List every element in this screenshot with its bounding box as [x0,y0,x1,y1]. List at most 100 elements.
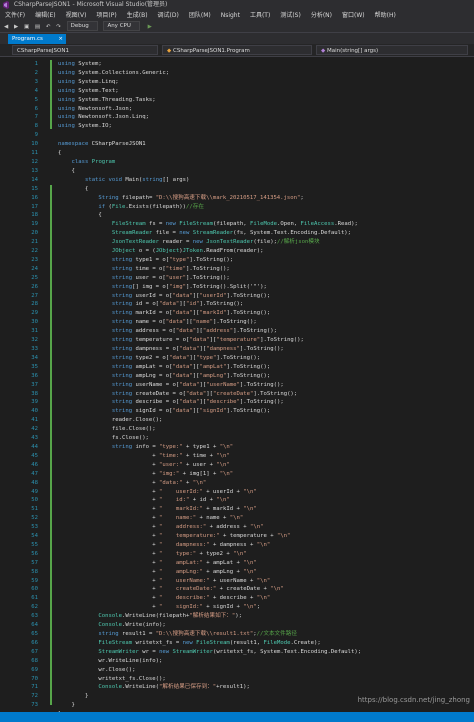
code-line[interactable]: 24 string time = o["time"].ToString(); [0,265,474,274]
code-line[interactable]: 28 string id = o["data"]["id"].ToString(… [0,300,474,309]
menu-item[interactable]: 编辑(E) [30,10,60,21]
code-line[interactable]: 27 string userId = o["data"]["userId"].T… [0,292,474,301]
code-line[interactable]: 22 JObject o = (JObject)JToken.ReadFrom(… [0,247,474,256]
forward-icon[interactable]: ▶ [14,22,18,33]
code-line[interactable]: 68 wr.WriteLine(info); [0,657,474,666]
code-line[interactable]: 64 Console.Write(info); [0,621,474,630]
code-line[interactable]: 49 + " userId:" + userId + "\n" [0,488,474,497]
code-line[interactable]: 21 JsonTextReader reader = new JsonTextR… [0,238,474,247]
code-line[interactable]: 35 string ampLat = o["data"]["ampLat"].T… [0,363,474,372]
code-line[interactable]: 9 [0,131,474,140]
code-line[interactable]: 6 using Newtonsoft.Json; [0,105,474,114]
code-line[interactable]: 13 { [0,167,474,176]
code-line[interactable]: 50 + " id:" + id + "\n" [0,496,474,505]
project-dropdown[interactable]: CSharpParseJSON1 [12,45,158,55]
code-editor[interactable]: 1 using System; 2 using System.Collections.… [0,57,474,712]
code-line[interactable]: 1 using System; [0,60,474,69]
menu-item[interactable]: 测试(S) [275,10,306,21]
code-line[interactable]: 32 string temperature = o["data"]["tempe… [0,336,474,345]
code-line[interactable]: 25 string user = o["user"].ToString(); [0,274,474,283]
code-line[interactable]: 16 String filepath= "D:\\搜狗高速下载\\mark_20… [0,194,474,203]
code-line[interactable]: 37 string userName = o["data"]["userName… [0,381,474,390]
code-line[interactable]: 36 string ampLng = o["data"]["ampLng"].T… [0,372,474,381]
code-line[interactable]: 70 writetxt_fs.Close(); [0,675,474,684]
menu-item[interactable]: Nsight [216,10,245,21]
code-line[interactable]: 14 static void Main(string[] args) [0,176,474,185]
code-line[interactable]: 53 + " address:" + address + "\n" [0,523,474,532]
code-line[interactable]: 63 Console.WriteLine(filepath+"解析结果如下：")… [0,612,474,621]
code-line[interactable]: 20 StreamReader file = new StreamReader(… [0,229,474,238]
code-line[interactable]: 55 + " dampness:" + dampness + "\n" [0,541,474,550]
redo-icon[interactable]: ↷ [56,22,61,33]
platform-dropdown[interactable]: Any CPU [103,21,140,31]
menu-item[interactable]: 工具(T) [245,10,275,21]
code-line[interactable]: 40 string signId = o["data"]["signId"].T… [0,407,474,416]
code-line[interactable]: 30 string name = o["data"]["name"].ToStr… [0,318,474,327]
menu-item[interactable]: 团队(M) [184,10,216,21]
code-line[interactable]: 7 using Newtonsoft.Json.Linq; [0,113,474,122]
code-line[interactable]: 51 + " markId:" + markId + "\n" [0,505,474,514]
menu-item[interactable]: 文件(F) [0,10,30,21]
code-line[interactable]: 44 string info = "type:" + type1 + "\n" [0,443,474,452]
code-line[interactable]: 57 + " ampLat:" + ampLat + "\n" [0,559,474,568]
menu-item[interactable]: 窗口(W) [337,10,370,21]
class-dropdown[interactable]: ◆ CSharpParseJSON1.Program [162,45,312,55]
code-line[interactable]: 66 FileStream writetxt_fs = new FileStre… [0,639,474,648]
code-line[interactable]: 10 namespace CSharpParseJSON1 [0,140,474,149]
tab-program-cs[interactable]: Program.cs × [8,34,66,44]
code-line[interactable]: 34 string type2 = o["data"]["type"].ToSt… [0,354,474,363]
code-line[interactable]: 11 { [0,149,474,158]
code-line[interactable]: 61 + " describe:" + describe + "\n" [0,594,474,603]
code-line[interactable]: 29 string markId = o["data"]["markId"].T… [0,309,474,318]
code-line[interactable]: 54 + " temperature:" + temperature + "\n… [0,532,474,541]
new-file-icon[interactable]: ▣ [24,22,29,33]
code-line[interactable]: 65 string result1 = "D:\\搜狗高速下载\\result1… [0,630,474,639]
menu-item[interactable]: 生成(B) [122,10,153,21]
code-line[interactable]: 46 + "user:" + user + "\n" [0,461,474,470]
code-line[interactable]: 4 using System.Text; [0,87,474,96]
code-line[interactable]: 67 StreamWriter wr = new StreamWriter(wr… [0,648,474,657]
code-line[interactable]: 48 + "data:" + "\n" [0,479,474,488]
undo-icon[interactable]: ↶ [46,22,51,33]
code-line[interactable]: 69 wr.Close(); [0,666,474,675]
code-line[interactable]: 56 + " type:" + type2 + "\n" [0,550,474,559]
save-icon[interactable]: ▤ [35,22,40,33]
code-line[interactable]: 8 using System.IO; [0,122,474,131]
code-line[interactable]: 47 + "img:" + img[1] + "\n" [0,470,474,479]
code-line[interactable]: 39 string describe = o["data"]["describe… [0,398,474,407]
code-line[interactable]: 17 if (File.Exists(filepath))//存在 [0,203,474,212]
code-line[interactable]: 71 Console.WriteLine("解析结果已保存到："+result1… [0,683,474,692]
menu-item[interactable]: 项目(P) [91,10,121,21]
code-line[interactable]: 26 string[] img = o["img"].ToString().Sp… [0,283,474,292]
code-line[interactable]: 38 string createDate = o["data"]["create… [0,390,474,399]
code-line[interactable]: 18 { [0,211,474,220]
start-debug-icon[interactable]: ▶ [148,22,152,33]
code-line[interactable]: 41 reader.Close(); [0,416,474,425]
code-line[interactable]: 62 + " signId:" + signId + "\n"; [0,603,474,612]
code-line[interactable]: 59 + " userName:" + userName + "\n" [0,577,474,586]
menu-item[interactable]: 帮助(H) [370,10,401,21]
menu-item[interactable]: 视图(V) [61,10,92,21]
code-line[interactable]: 19 FileStream fs = new FileStream(filepa… [0,220,474,229]
code-line[interactable]: 33 string dampness = o["data"]["dampness… [0,345,474,354]
code-line[interactable]: 31 string address = o["data"]["address"]… [0,327,474,336]
close-tab-icon[interactable]: × [58,34,63,44]
code-line[interactable]: 3 using System.Linq; [0,78,474,87]
menu-item[interactable]: 分析(N) [306,10,337,21]
code-line[interactable]: 2 using System.Collections.Generic; [0,69,474,78]
code-lines: 1 using System; 2 using System.Collections.… [0,60,474,712]
code-line[interactable]: 23 string type1 = o["type"].ToString(); [0,256,474,265]
code-line[interactable]: 43 fs.Close(); [0,434,474,443]
code-line[interactable]: 58 + " ampLng:" + ampLng + "\n" [0,568,474,577]
code-line[interactable]: 15 { [0,185,474,194]
code-line[interactable]: 52 + " name:" + name + "\n" [0,514,474,523]
configuration-dropdown[interactable]: Debug [66,21,98,31]
back-icon[interactable]: ◀ [4,22,8,33]
member-dropdown[interactable]: ◆ Main(string[] args) [316,45,468,55]
code-line[interactable]: 12 class Program [0,158,474,167]
code-line[interactable]: 60 + " createDate:" + createDate + "\n" [0,585,474,594]
code-line[interactable]: 45 + "time:" + time + "\n" [0,452,474,461]
code-line[interactable]: 5 using System.Threading.Tasks; [0,96,474,105]
menu-item[interactable]: 调试(D) [153,10,184,21]
code-line[interactable]: 42 file.Close(); [0,425,474,434]
